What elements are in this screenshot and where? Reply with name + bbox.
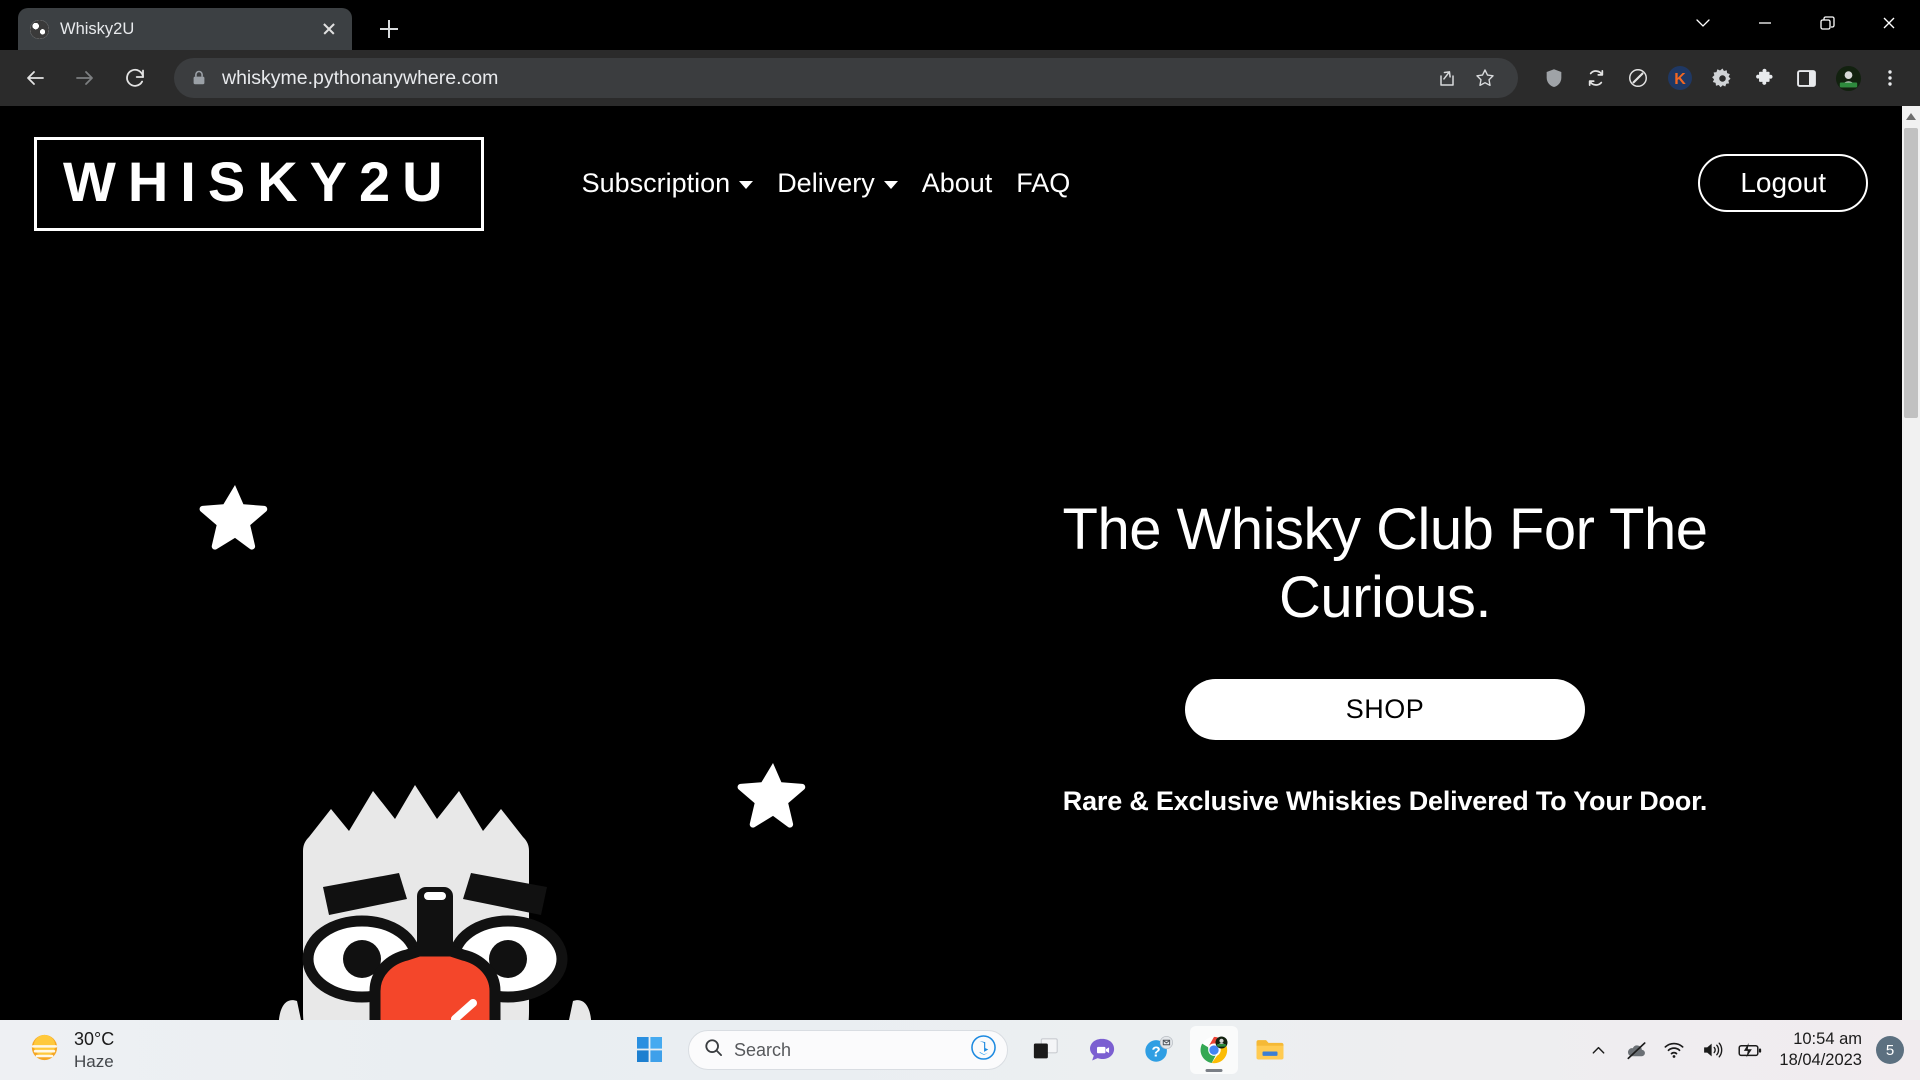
shield-icon[interactable] bbox=[1534, 58, 1574, 98]
new-tab-button[interactable] bbox=[372, 12, 406, 46]
minimize-button[interactable] bbox=[1734, 0, 1796, 46]
whisky-bottle-face-mascot bbox=[225, 691, 645, 1020]
battery-charging-icon[interactable] bbox=[1733, 1033, 1767, 1067]
taskbar-center-apps: Search ? bbox=[626, 1026, 1294, 1074]
chrome-browser-window: Whisky2U whiskyme.pythonanywhere.com K W… bbox=[0, 0, 1920, 1080]
url-text: whiskyme.pythonanywhere.com bbox=[222, 66, 499, 89]
extensions-puzzle-icon[interactable] bbox=[1744, 58, 1784, 98]
nav-label-delivery: Delivery bbox=[777, 167, 875, 198]
windows-taskbar: 30°C Haze Search ? 10:54 am 18/04/2023 5 bbox=[0, 1020, 1920, 1080]
wifi-icon[interactable] bbox=[1657, 1033, 1691, 1067]
restore-button[interactable] bbox=[1796, 0, 1858, 46]
star-white-top-left bbox=[197, 478, 273, 554]
hero-title: The Whisky Club For The Curious. bbox=[1062, 497, 1708, 631]
system-tray: 10:54 am 18/04/2023 5 bbox=[1581, 1020, 1920, 1080]
bookmark-star-icon[interactable] bbox=[1468, 61, 1502, 95]
haze-sun-icon bbox=[28, 1031, 61, 1069]
kaspersky-k-icon[interactable]: K bbox=[1660, 58, 1700, 98]
scroll-up-arrow-icon[interactable] bbox=[1902, 106, 1920, 126]
weather-text: 30°C Haze bbox=[74, 1028, 114, 1072]
taskbar-clock[interactable]: 10:54 am 18/04/2023 bbox=[1779, 1029, 1862, 1072]
main-navigation: Subscription Delivery About FAQ bbox=[582, 168, 1071, 199]
volume-icon[interactable] bbox=[1695, 1033, 1729, 1067]
browser-toolbar: whiskyme.pythonanywhere.com K bbox=[0, 50, 1920, 106]
lock-icon bbox=[190, 69, 208, 87]
circle-slash-icon[interactable] bbox=[1618, 58, 1658, 98]
file-explorer-icon[interactable] bbox=[1246, 1026, 1294, 1074]
browser-tab[interactable]: Whisky2U bbox=[18, 8, 352, 50]
profile-avatar-icon[interactable] bbox=[1828, 58, 1868, 98]
reload-icon[interactable] bbox=[113, 56, 157, 100]
chrome-icon[interactable] bbox=[1190, 1026, 1238, 1074]
hero-content: The Whisky Club For The Curious. SHOP Ra… bbox=[1035, 496, 1735, 817]
task-view-icon[interactable] bbox=[1022, 1026, 1070, 1074]
site-logo-text: WHISKY2U bbox=[63, 150, 455, 213]
notification-badge[interactable]: 5 bbox=[1876, 1036, 1904, 1064]
page-viewport: WHISKY2U Subscription Delivery About FAQ… bbox=[0, 106, 1920, 1020]
svg-text:?: ? bbox=[1152, 1044, 1161, 1061]
page-scrollbar[interactable] bbox=[1902, 106, 1920, 1020]
chrome-menu-icon[interactable] bbox=[1870, 58, 1910, 98]
tab-strip: Whisky2U bbox=[0, 0, 1920, 50]
search-icon bbox=[704, 1038, 723, 1062]
onedrive-offline-icon[interactable] bbox=[1619, 1033, 1653, 1067]
show-hidden-icons-chevron-icon[interactable] bbox=[1581, 1033, 1615, 1067]
search-placeholder: Search bbox=[734, 1039, 792, 1060]
clock-date: 18/04/2023 bbox=[1779, 1051, 1862, 1069]
nav-item-about[interactable]: About bbox=[922, 168, 993, 199]
tab-title: Whisky2U bbox=[60, 19, 135, 38]
nav-label-about: About bbox=[921, 167, 993, 198]
address-bar[interactable]: whiskyme.pythonanywhere.com bbox=[174, 58, 1518, 98]
window-controls bbox=[1672, 0, 1920, 46]
globe-icon bbox=[30, 19, 49, 39]
svg-text:K: K bbox=[1674, 71, 1686, 88]
clock-time: 10:54 am bbox=[1793, 1029, 1862, 1048]
close-window-button[interactable] bbox=[1858, 0, 1920, 46]
help-question-icon[interactable]: ? bbox=[1134, 1026, 1182, 1074]
nav-item-subscription[interactable]: Subscription bbox=[582, 168, 754, 199]
extensions-area: K bbox=[1528, 58, 1910, 98]
share-icon[interactable] bbox=[1430, 61, 1464, 95]
star-white-mid bbox=[735, 756, 811, 832]
scrollbar-thumb[interactable] bbox=[1904, 128, 1918, 418]
weather-condition: Haze bbox=[74, 1051, 114, 1071]
taskbar-search-box[interactable]: Search bbox=[688, 1030, 1008, 1070]
nav-item-delivery[interactable]: Delivery bbox=[777, 168, 898, 199]
logout-button[interactable]: Logout bbox=[1698, 154, 1868, 212]
forward-arrow-icon[interactable] bbox=[63, 56, 107, 100]
gear-icon[interactable] bbox=[1702, 58, 1742, 98]
weather-widget[interactable]: 30°C Haze bbox=[0, 1028, 114, 1072]
nav-label-subscription: Subscription bbox=[581, 167, 731, 198]
windows-start-icon[interactable] bbox=[626, 1026, 674, 1074]
chevron-down-icon bbox=[883, 181, 898, 189]
weather-temperature: 30°C bbox=[74, 1029, 115, 1050]
site-logo[interactable]: WHISKY2U bbox=[34, 137, 484, 231]
chat-teams-icon[interactable] bbox=[1078, 1026, 1126, 1074]
side-panel-icon[interactable] bbox=[1786, 58, 1826, 98]
nav-item-faq[interactable]: FAQ bbox=[1016, 168, 1070, 199]
shop-button[interactable]: SHOP bbox=[1185, 678, 1585, 740]
sync-refresh-icon[interactable] bbox=[1576, 58, 1616, 98]
chevron-down-icon bbox=[739, 181, 754, 189]
whisky2u-website: WHISKY2U Subscription Delivery About FAQ… bbox=[0, 106, 1902, 1020]
bing-chat-icon[interactable] bbox=[971, 1035, 996, 1065]
tab-search-chevron-icon[interactable] bbox=[1672, 0, 1734, 46]
site-header: WHISKY2U Subscription Delivery About FAQ… bbox=[0, 106, 1902, 256]
nav-label-faq: FAQ bbox=[1016, 167, 1071, 198]
hero-subtitle: Rare & Exclusive Whiskies Delivered To Y… bbox=[1062, 785, 1708, 816]
back-arrow-icon[interactable] bbox=[13, 56, 57, 100]
close-icon[interactable] bbox=[318, 18, 340, 40]
